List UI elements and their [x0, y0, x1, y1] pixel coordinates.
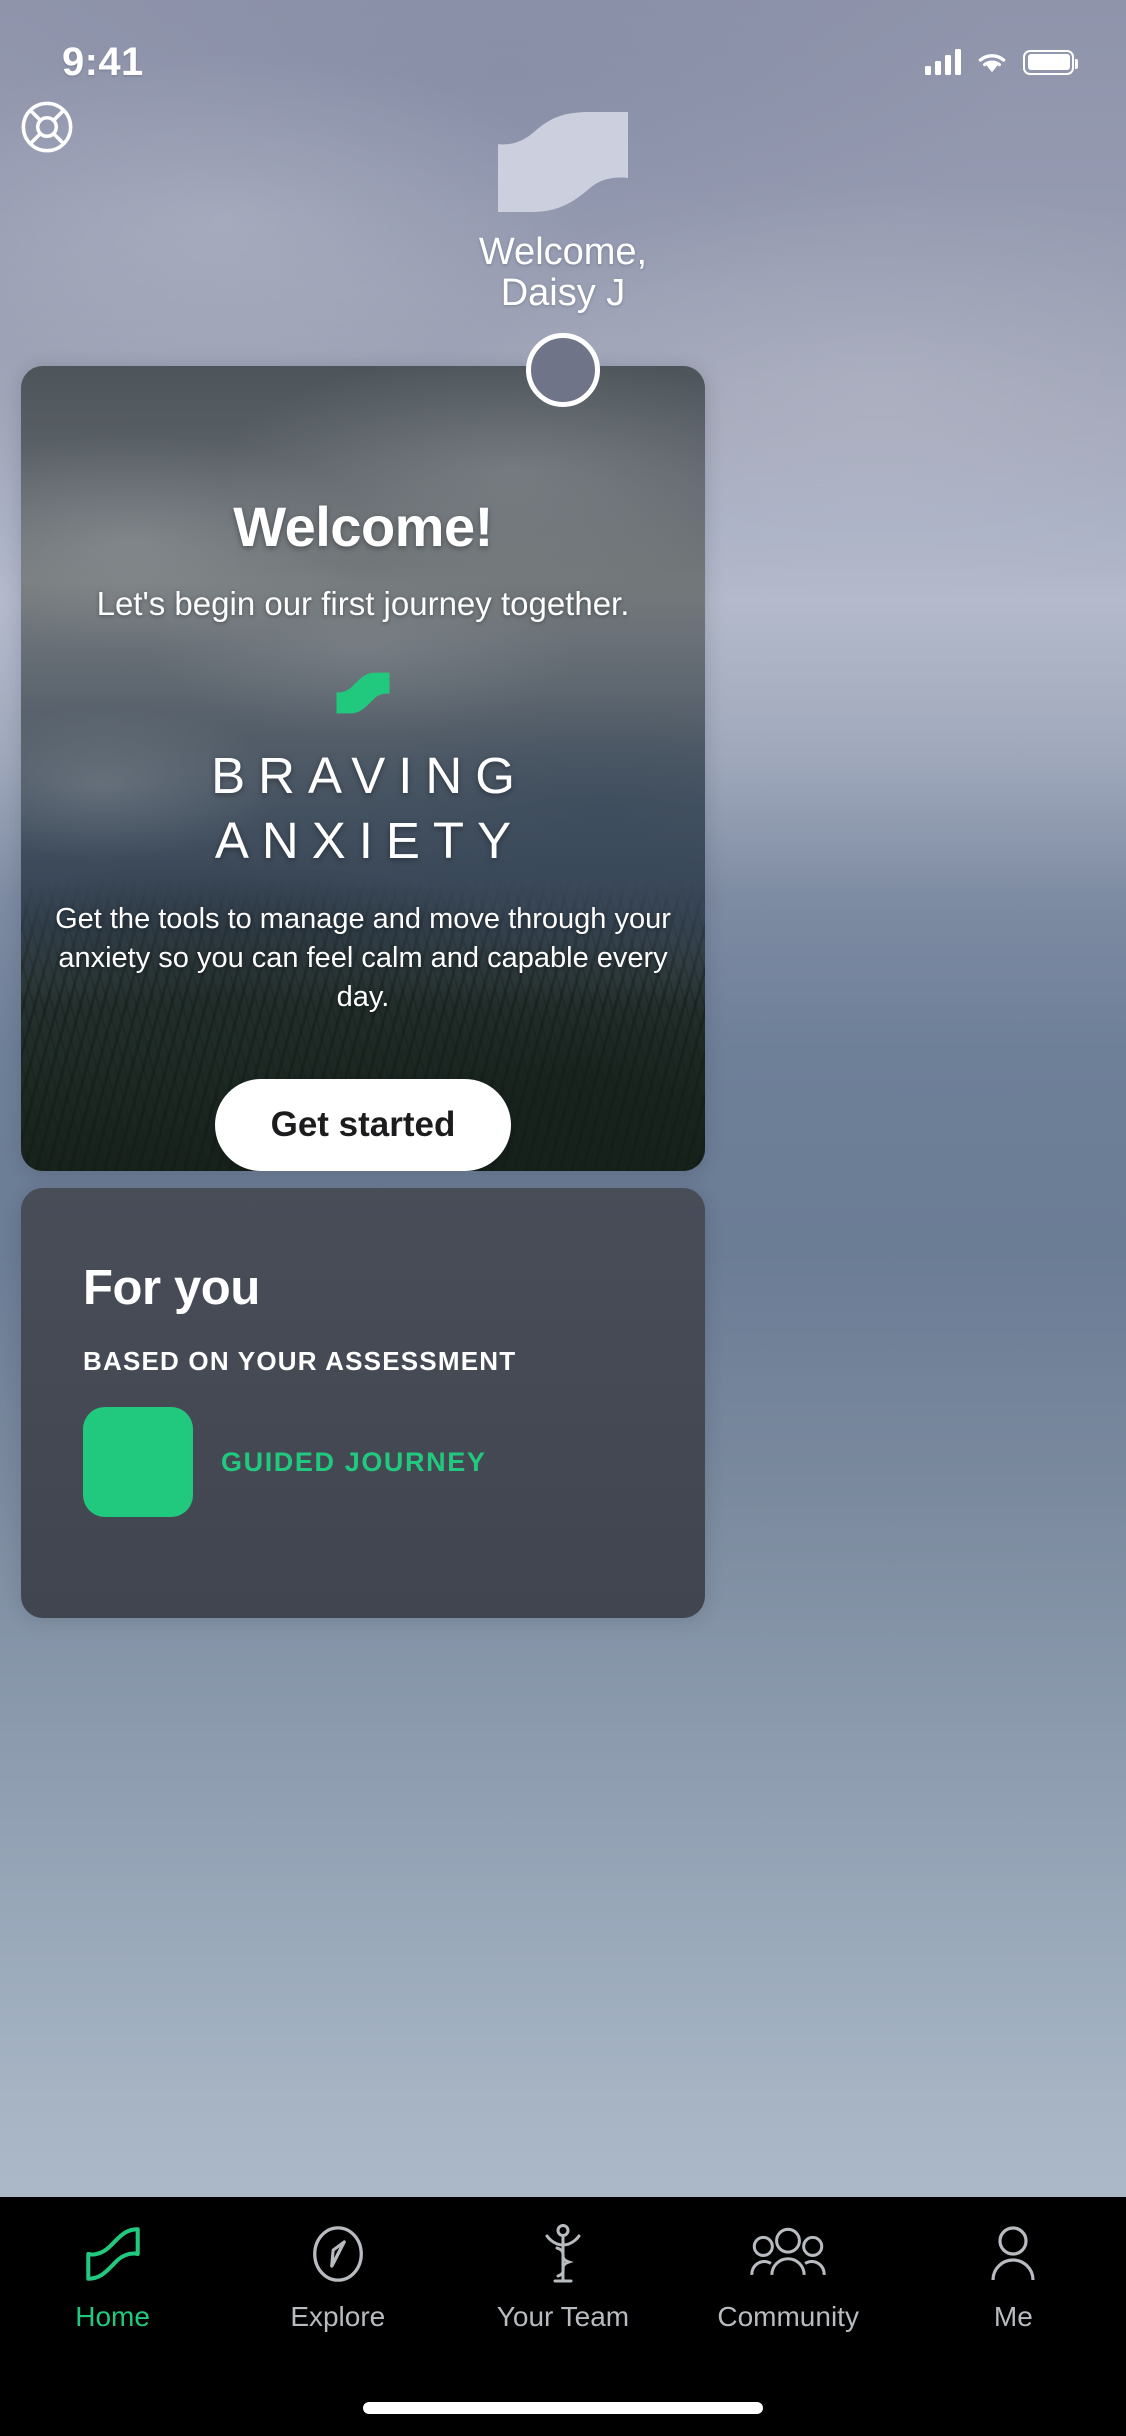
status-indicators [925, 49, 1078, 75]
braving-s-wave-logo-green-icon [336, 672, 390, 714]
tab-home-label: Home [75, 2301, 150, 2332]
program-name-line1: BRAVING [211, 747, 528, 805]
welcome-greeting-line1: Welcome, [478, 231, 648, 273]
for-you-list-item[interactable]: GUIDED JOURNEY [83, 1407, 643, 1517]
for-you-card[interactable]: For you BASED ON YOUR ASSESSMENT GUIDED … [21, 1188, 705, 1618]
welcome-greeting-line2: Daisy J [500, 271, 626, 314]
tab-your-team-label: Your Team [496, 2301, 630, 2332]
compass-icon [307, 2219, 369, 2289]
for-you-subtitle: BASED ON YOUR ASSESSMENT [83, 1346, 517, 1376]
bottom-tab-bar: Home Explore Your Team Community Me [0, 2197, 1126, 2436]
for-you-item-tag: GUIDED JOURNEY [221, 1446, 487, 1477]
for-you-item-thumbnail [83, 1407, 193, 1517]
tab-explore[interactable]: Explore [225, 2219, 450, 2333]
welcome-hero-card[interactable]: Welcome! Let's begin our first journey t… [21, 366, 705, 1171]
status-time: 9:41 [62, 39, 144, 84]
tab-explore-label: Explore [290, 2301, 386, 2332]
tab-home[interactable]: Home [0, 2219, 225, 2333]
life-ring-help-icon[interactable] [20, 100, 74, 154]
tab-community-label: Community [717, 2301, 859, 2332]
hero-description: Get the tools to manage and move through… [55, 902, 671, 1013]
s-wave-home-icon [82, 2219, 144, 2289]
app-screen: 9:41 Welcome, Daisy J Welcome! Let's beg… [0, 0, 1126, 2436]
user-avatar[interactable] [526, 333, 600, 408]
hero-title: Welcome! [233, 495, 493, 558]
braving-s-wave-logo-icon [498, 112, 628, 212]
get-started-button[interactable]: Get started [214, 1079, 512, 1171]
battery-full-icon [1023, 49, 1078, 75]
tab-community[interactable]: Community [676, 2219, 901, 2333]
caduceus-icon [535, 2219, 591, 2289]
for-you-title: For you [83, 1261, 260, 1315]
wifi-icon [978, 54, 1006, 73]
program-name-line2: ANXIETY [214, 812, 525, 870]
welcome-greeting: Welcome, Daisy J [479, 232, 647, 313]
app-header: Welcome, Daisy J [0, 96, 1126, 408]
hero-subtitle: Let's begin our first journey together. [96, 585, 630, 622]
program-name: BRAVING ANXIETY [198, 743, 528, 874]
home-indicator[interactable] [363, 2402, 763, 2414]
tab-me-label: Me [993, 2301, 1033, 2332]
person-icon [985, 2219, 1041, 2289]
signal-bars-icon [925, 49, 961, 75]
status-bar: 9:41 [0, 0, 1126, 96]
tab-your-team[interactable]: Your Team [450, 2219, 675, 2333]
people-group-icon [750, 2219, 826, 2289]
tab-me[interactable]: Me [901, 2219, 1126, 2333]
